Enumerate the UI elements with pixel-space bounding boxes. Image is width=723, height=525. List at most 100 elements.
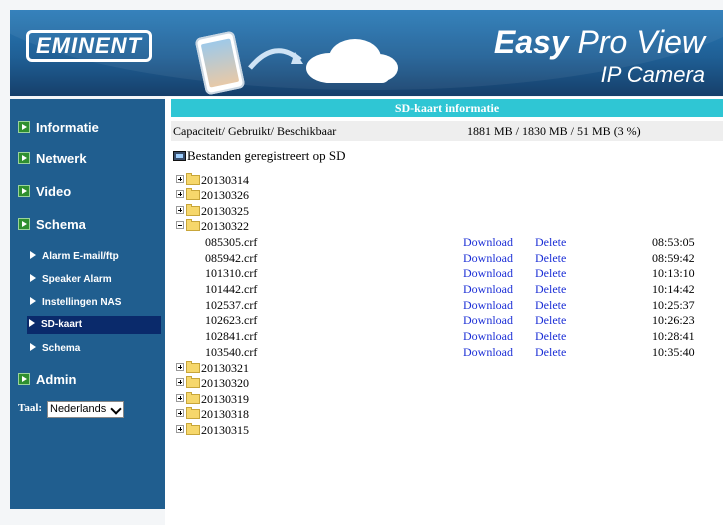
expand-icon[interactable] (176, 190, 184, 198)
download-link[interactable]: Download (463, 282, 513, 297)
sidebar-item-video[interactable]: Video (18, 183, 71, 201)
download-link[interactable]: Download (463, 298, 513, 313)
delete-link[interactable]: Delete (535, 235, 566, 250)
file-name: 102841.crf (205, 329, 258, 343)
folder-name: 20130319 (201, 392, 249, 406)
expand-icon[interactable] (176, 363, 184, 371)
product-subtitle: IP Camera (600, 62, 705, 87)
triangle-icon (30, 343, 36, 351)
folder-item[interactable]: 20130326 (176, 188, 249, 203)
sidebar-item-admin[interactable]: Admin (18, 371, 76, 389)
folder-item[interactable]: 20130315 (176, 423, 249, 438)
expand-icon[interactable] (176, 378, 184, 386)
sidebar-subitem-label: SD-kaart (41, 319, 83, 330)
chevron-down-icon (110, 403, 122, 415)
capacity-value: 1881 MB / 1830 MB / 51 MB (3 %) (467, 124, 641, 138)
eminent-logo: EMINENT (26, 30, 152, 62)
sidebar: Informatie Netwerk Video Schema Alarm E-… (10, 99, 165, 509)
folder-name: 20130320 (201, 376, 249, 390)
sidebar-subitem-alarm-email-ftp[interactable]: Alarm E-mail/ftp (28, 248, 150, 266)
capacity-row: Capaciteit/ Gebruikt/ Beschikbaar 1881 M… (171, 121, 723, 141)
download-link[interactable]: Download (463, 313, 513, 328)
file-time: 10:26:23 (652, 313, 695, 327)
folder-name: 20130321 (201, 361, 249, 375)
header-banner: EMINENT Easy Pro View IP Camera (10, 10, 723, 96)
folder-item[interactable]: 20130319 (176, 392, 249, 407)
delete-link[interactable]: Delete (535, 251, 566, 266)
download-link[interactable]: Download (463, 266, 513, 281)
triangle-icon (30, 274, 36, 282)
product-name-rest: Pro View (577, 24, 705, 60)
folder-name: 20130326 (201, 188, 249, 202)
sidebar-subitem-label: Schema (42, 343, 81, 354)
delete-link[interactable]: Delete (535, 329, 566, 344)
file-time: 10:35:40 (652, 345, 695, 359)
files-header-label: Bestanden geregistreert op SD (187, 148, 346, 163)
delete-link[interactable]: Delete (535, 282, 566, 297)
file-time: 10:13:10 (652, 266, 695, 280)
sidebar-item-label: Informatie (36, 120, 99, 135)
sidebar-item-netwerk[interactable]: Netwerk (18, 150, 87, 168)
download-link[interactable]: Download (463, 329, 513, 344)
file-row: 101310.crf Download Delete 10:13:10 (205, 266, 705, 281)
file-name: 085942.crf (205, 251, 258, 265)
expand-icon[interactable] (176, 409, 184, 417)
download-link[interactable]: Download (463, 251, 513, 266)
file-name: 103540.crf (205, 345, 258, 359)
sidebar-subitem-sd-kaart[interactable]: SD-kaart (27, 316, 161, 334)
file-row: 102537.crf Download Delete 10:25:37 (205, 298, 705, 313)
sidebar-item-schema[interactable]: Schema (18, 216, 86, 234)
file-row: 103540.crf Download Delete 10:35:40 (205, 345, 705, 360)
delete-link[interactable]: Delete (535, 345, 566, 360)
sidebar-item-informatie[interactable]: Informatie (18, 119, 99, 137)
expand-icon[interactable] (176, 175, 184, 183)
drive-icon (173, 151, 186, 161)
expand-icon[interactable] (176, 394, 184, 402)
delete-link[interactable]: Delete (535, 313, 566, 328)
expand-icon[interactable] (176, 206, 184, 214)
phone-screen (200, 38, 240, 88)
file-row: 102841.crf Download Delete 10:28:41 (205, 329, 705, 344)
sidebar-item-label: Schema (36, 217, 86, 232)
folder-item[interactable]: 20130325 (176, 204, 249, 219)
file-row: 101442.crf Download Delete 10:14:42 (205, 282, 705, 297)
file-time: 08:53:05 (652, 235, 695, 249)
language-select-value: Nederlands (50, 403, 107, 415)
file-name: 085305.crf (205, 235, 258, 249)
delete-link[interactable]: Delete (535, 266, 566, 281)
sync-arrow-icon (248, 48, 303, 70)
expand-icon[interactable] (176, 425, 184, 433)
delete-link[interactable]: Delete (535, 298, 566, 313)
arrow-icon (18, 121, 30, 133)
arrow-icon (18, 373, 30, 385)
file-name: 102537.crf (205, 298, 258, 312)
download-link[interactable]: Download (463, 235, 513, 250)
sidebar-subitem-instellingen-nas[interactable]: Instellingen NAS (28, 294, 150, 312)
sidebar-subitem-schema[interactable]: Schema (28, 340, 150, 358)
file-row: 102623.crf Download Delete 10:26:23 (205, 313, 705, 328)
collapse-icon[interactable] (176, 221, 184, 229)
file-row: 085942.crf Download Delete 08:59:42 (205, 251, 705, 266)
folder-item-open[interactable]: 20130322 (176, 219, 249, 234)
file-time: 10:14:42 (652, 282, 695, 296)
folder-icon (186, 361, 200, 373)
folder-item[interactable]: 20130314 (176, 173, 249, 188)
product-name-bold: Easy (493, 24, 569, 60)
arrow-icon (18, 185, 30, 197)
folder-item[interactable]: 20130321 (176, 361, 249, 376)
page-title: SD-kaart informatie (171, 99, 723, 117)
folder-name: 20130322 (201, 219, 249, 233)
sidebar-subitem-label: Alarm E-mail/ftp (42, 251, 119, 262)
folder-name: 20130315 (201, 423, 249, 437)
file-row: 085305.crf Download Delete 08:53:05 (205, 235, 705, 250)
language-select[interactable]: Nederlands (47, 401, 124, 418)
folder-item[interactable]: 20130318 (176, 407, 249, 422)
download-link[interactable]: Download (463, 345, 513, 360)
sidebar-item-label: Netwerk (36, 151, 87, 166)
arrow-icon (18, 152, 30, 164)
folder-item[interactable]: 20130320 (176, 376, 249, 391)
sidebar-subitem-label: Speaker Alarm (42, 274, 112, 285)
folder-icon (186, 407, 200, 419)
sidebar-subitem-speaker-alarm[interactable]: Speaker Alarm (28, 271, 150, 289)
folder-icon (186, 204, 200, 216)
